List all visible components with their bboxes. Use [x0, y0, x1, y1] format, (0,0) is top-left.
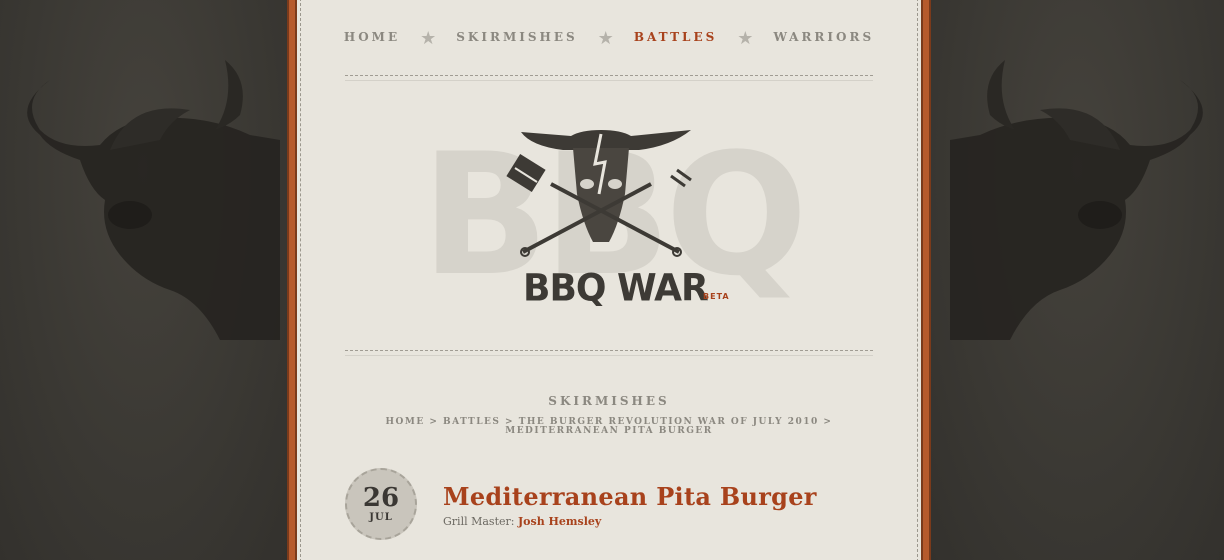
divider — [345, 75, 873, 81]
right-decorative-panel — [930, 0, 1224, 560]
breadcrumb: HOME > BATTLES > THE BURGER REVOLUTION W… — [345, 418, 873, 436]
grill-master-label: Grill Master: — [443, 515, 515, 528]
logo-title: BBQ WAR — [523, 266, 709, 311]
section-title: SKIRMISHES — [548, 394, 670, 408]
breadcrumb-home[interactable]: HOME — [386, 417, 425, 427]
bull-illustration-icon — [950, 60, 1203, 340]
grill-master-line: Grill Master: Josh Hemsley — [443, 515, 601, 528]
content-panel: HOME ★ SKIRMISHES ★ BATTLES ★ WARRIORS B… — [297, 0, 921, 560]
post-title[interactable]: Mediterranean Pita Burger — [443, 482, 817, 511]
main-nav: HOME ★ SKIRMISHES ★ BATTLES ★ WARRIORS — [297, 28, 921, 49]
left-decorative-panel — [0, 0, 287, 560]
site-logo[interactable]: BBQ BBQ WAR BETA — [421, 120, 808, 320]
nav-battles[interactable]: BATTLES — [634, 30, 717, 44]
beta-badge: BETA — [703, 292, 730, 301]
right-orange-border — [921, 0, 931, 560]
bull-skull-with-crossed-spatula-and-fork-icon — [506, 130, 692, 257]
breadcrumb-battles[interactable]: BATTLES — [443, 417, 500, 427]
bull-illustration-icon — [27, 60, 280, 340]
nav-warriors[interactable]: WARRIORS — [773, 30, 874, 44]
date-day: 26 — [362, 483, 400, 513]
nav-home[interactable]: HOME — [344, 30, 400, 44]
left-orange-border — [287, 0, 297, 560]
grill-master-link[interactable]: Josh Hemsley — [518, 515, 601, 528]
star-icon: ★ — [420, 28, 437, 49]
nav-skirmishes[interactable]: SKIRMISHES — [456, 30, 577, 44]
star-icon: ★ — [597, 28, 614, 49]
breadcrumb-separator: > — [429, 417, 439, 427]
breadcrumb-current: MEDITERRANEAN PITA BURGER — [505, 426, 713, 436]
date-month: JUL — [369, 512, 393, 523]
divider — [345, 350, 873, 356]
date-badge: 26 JUL — [345, 468, 417, 540]
star-icon: ★ — [737, 28, 754, 49]
breadcrumb-separator: > — [823, 417, 833, 427]
